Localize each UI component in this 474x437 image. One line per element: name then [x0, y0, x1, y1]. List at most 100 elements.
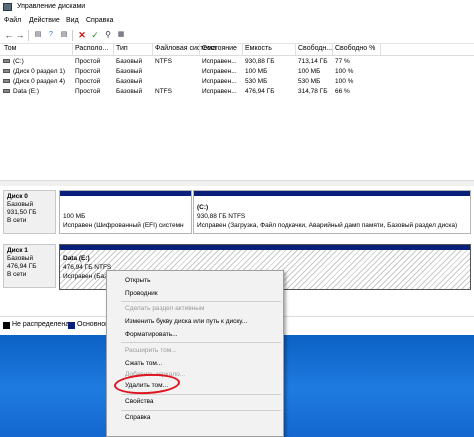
cell-filesystem: NTFS [155, 88, 172, 95]
menu-help[interactable]: Справка [86, 17, 113, 24]
cell-type: Базовый [116, 58, 143, 65]
cell-free-percent: 77 % [335, 58, 350, 65]
column-divider [242, 44, 243, 55]
cell-capacity: 930,88 ГБ [245, 58, 275, 65]
partition-name: (C:) [197, 204, 209, 211]
column-header-status[interactable]: Состояние [202, 45, 237, 52]
toolbar-separator [28, 30, 29, 41]
menu-item-open[interactable]: Открыть [125, 277, 151, 284]
cell-status: Исправен... [202, 78, 237, 85]
menu-view[interactable]: Вид [66, 17, 79, 24]
cell-type: Базовый [116, 88, 143, 95]
menu-separator [121, 410, 281, 411]
column-divider [380, 44, 381, 55]
partition-efi[interactable]: 100 МБ Исправен (Шифрованный (EFI) систе… [59, 190, 192, 234]
volume-list-header: Том Располо... Тип Файловая система Сост… [0, 44, 474, 56]
column-divider [72, 44, 73, 55]
cell-free-percent: 100 % [335, 78, 354, 85]
legend-swatch-unallocated [3, 322, 10, 329]
partition-size: 100 МБ [63, 213, 86, 220]
cell-capacity: 476,94 ГБ [245, 88, 275, 95]
disk-type: Базовый [7, 255, 34, 262]
cell-free-percent: 100 % [335, 68, 354, 75]
table-row[interactable]: (Диск 0 раздел 4) Простой Базовый Исправ… [0, 77, 474, 87]
partition-c[interactable]: (C:) 930,88 ГБ NTFS Исправен (Загрузка, … [193, 190, 471, 234]
cell-type: Базовый [116, 78, 143, 85]
column-divider [152, 44, 153, 55]
cell-free-space: 314,78 ГБ [298, 88, 328, 95]
context-menu: Открыть Проводник Сделать раздел активны… [106, 270, 284, 437]
menu-separator [121, 301, 281, 302]
partition-status: Исправен (Шифрованный (EFI) системн [63, 222, 184, 229]
cell-volume: Data (E:) [13, 88, 40, 95]
drive-icon [3, 69, 10, 73]
column-header-volume[interactable]: Том [4, 45, 16, 52]
disk-0-info[interactable]: Диск 0 Базовый 931,50 ГБ В сети [3, 190, 56, 234]
menu-item-explorer[interactable]: Проводник [125, 290, 158, 297]
legend-swatch-primary [68, 322, 75, 329]
list-icon[interactable]: ▤ [59, 30, 69, 40]
menu-item-shrink-volume[interactable]: Сжать том... [125, 360, 162, 367]
disk-size: 476,94 ГБ [7, 263, 37, 270]
menu-separator [121, 342, 281, 343]
partition-name: Data (E:) [63, 255, 90, 262]
list-view-icon[interactable]: ▤ [33, 30, 43, 40]
properties-icon[interactable]: ▦ [116, 30, 126, 40]
table-row[interactable]: (Диск 0 раздел 1) Простой Базовый Исправ… [0, 67, 474, 77]
window-title: Управление дисками [17, 3, 86, 10]
menu-item-properties[interactable]: Свойства [125, 398, 154, 405]
toolbar: ← → ▤ ? ▤ ✕ ✓ ⚲ ▦ [0, 28, 474, 44]
app-icon [3, 3, 12, 11]
menu-file[interactable]: Файл [4, 17, 21, 24]
menu-item-change-drive-letter[interactable]: Изменить букву диска или путь к диску... [125, 318, 247, 325]
disk-1-info[interactable]: Диск 1 Базовый 476,94 ГБ В сети [3, 244, 56, 288]
drive-icon [3, 59, 10, 63]
legend-label-unallocated: Не распределена [12, 321, 70, 328]
column-divider [295, 44, 296, 55]
help-icon[interactable]: ? [46, 30, 56, 40]
title-bar: Управление дисками [0, 0, 474, 15]
disk-name: Диск 0 [7, 193, 28, 200]
column-header-layout[interactable]: Располо... [75, 45, 108, 52]
column-divider [199, 44, 200, 55]
cell-status: Исправен... [202, 68, 237, 75]
cell-type: Базовый [116, 68, 143, 75]
disk-status: В сети [7, 271, 27, 278]
cell-status: Исправен... [202, 88, 237, 95]
column-header-type[interactable]: Тип [116, 45, 128, 52]
table-row[interactable]: Data (E:) Простой Базовый NTFS Исправен.… [0, 87, 474, 97]
cell-filesystem: NTFS [155, 58, 172, 65]
disk-status: В сети [7, 217, 27, 224]
column-header-free-space[interactable]: Свободн... [298, 45, 332, 52]
primary-partition-bar [60, 191, 191, 196]
disk-name: Диск 1 [7, 247, 28, 254]
column-header-capacity[interactable]: Емкость [245, 45, 272, 52]
partition-size: 930,88 ГБ NTFS [197, 213, 246, 220]
toolbar-separator [72, 30, 73, 41]
cell-free-percent: 66 % [335, 88, 350, 95]
menu-item-mark-active[interactable]: Сделать раздел активным [125, 305, 204, 312]
check-icon[interactable]: ✓ [90, 30, 100, 40]
menu-item-help[interactable]: Справка [125, 414, 151, 421]
menu-separator [121, 394, 281, 395]
menu-item-extend-volume[interactable]: Расширить том... [125, 347, 177, 354]
column-header-free-percent[interactable]: Свободно % [335, 45, 375, 52]
forward-icon[interactable]: → [15, 30, 25, 40]
table-row[interactable]: (C:) Простой Базовый NTFS Исправен... 93… [0, 57, 474, 67]
menu-item-format[interactable]: Форматировать... [125, 331, 178, 338]
back-icon[interactable]: ← [4, 30, 14, 40]
search-icon[interactable]: ⚲ [103, 30, 113, 40]
disk-type: Базовый [7, 201, 34, 208]
cell-volume: (Диск 0 раздел 1) [13, 68, 66, 75]
delete-icon[interactable]: ✕ [77, 30, 87, 40]
menu-bar: Файл Действие Вид Справка [0, 15, 474, 28]
cell-layout: Простой [75, 88, 101, 95]
cell-volume: (Диск 0 раздел 4) [13, 78, 66, 85]
cell-capacity: 100 МБ [245, 68, 268, 75]
legend-label-primary: Основной [77, 321, 110, 328]
cell-layout: Простой [75, 68, 101, 75]
menu-action[interactable]: Действие [29, 17, 60, 24]
cell-capacity: 530 МБ [245, 78, 268, 85]
primary-partition-bar [194, 191, 470, 196]
drive-icon [3, 79, 10, 83]
